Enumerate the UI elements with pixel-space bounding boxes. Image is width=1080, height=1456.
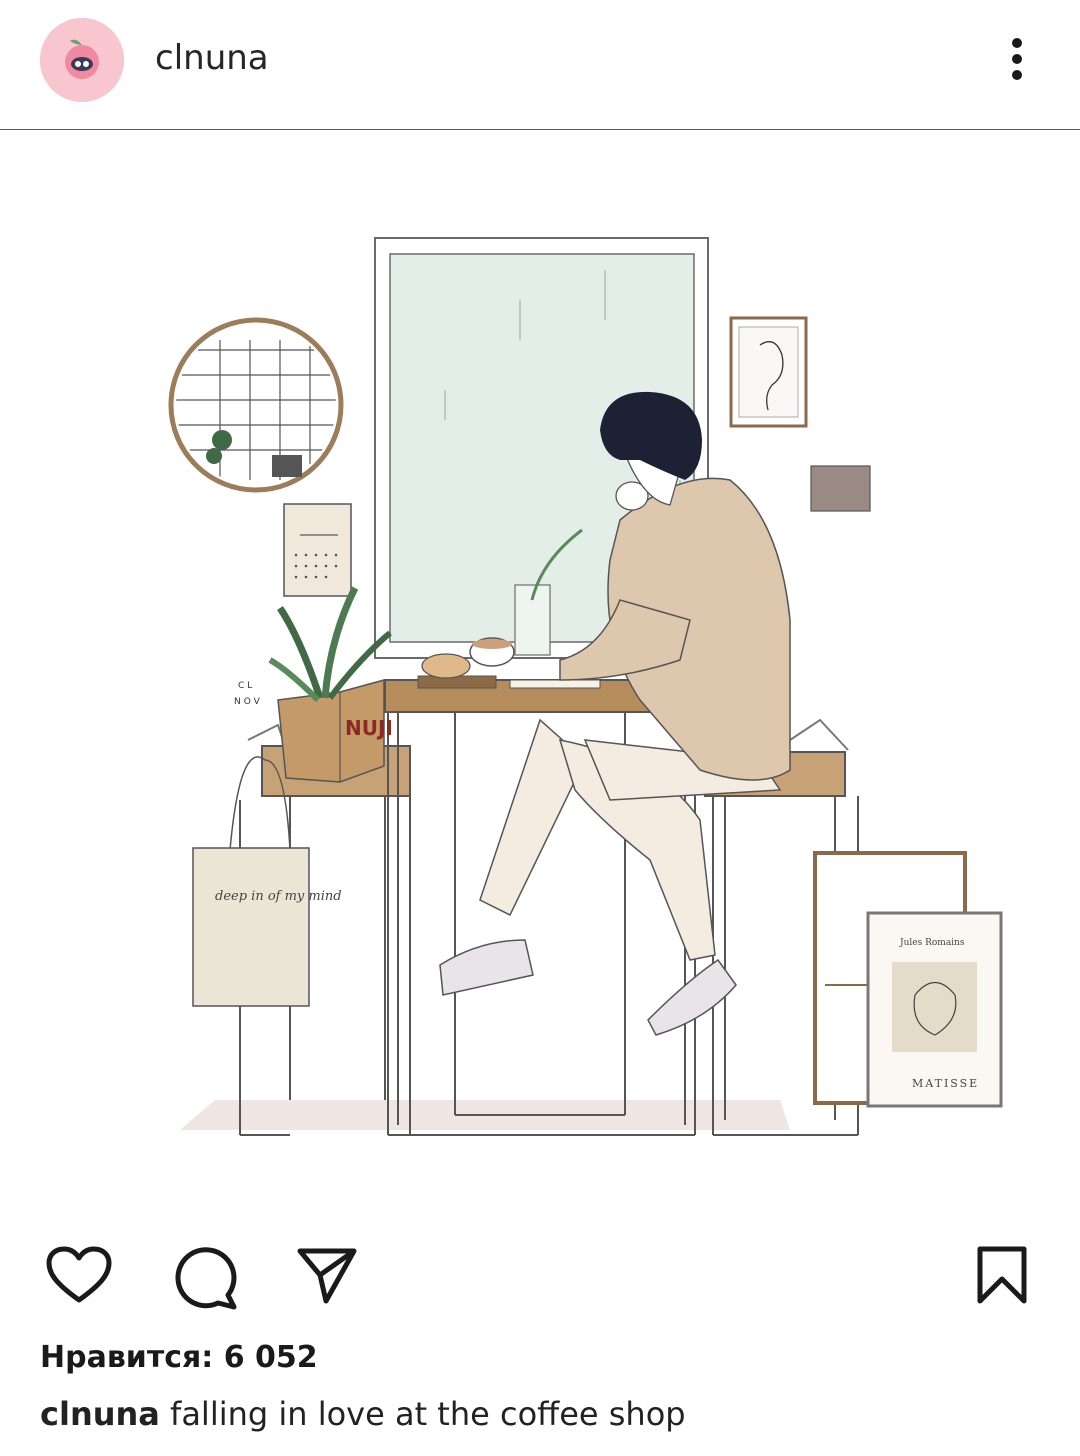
- artist-signature-line2: NOV: [234, 697, 263, 707]
- avatar[interactable]: [40, 18, 124, 102]
- poster-author: Jules Romains: [899, 938, 965, 948]
- artist-signature-line1: CL: [238, 681, 255, 691]
- post-caption: clnuna falling in love at the coffee sho…: [40, 1395, 686, 1433]
- header-username[interactable]: clnuna: [155, 38, 269, 78]
- vertical-dots-icon-dot2: [1012, 54, 1022, 64]
- vertical-dots-icon: [1012, 38, 1022, 48]
- comment-button[interactable]: [172, 1245, 238, 1311]
- share-button[interactable]: [296, 1245, 358, 1307]
- comment-icon: [175, 1247, 237, 1310]
- leaning-frames: Jules Romains MATISSE: [813, 851, 1003, 1108]
- send-icon: [297, 1248, 357, 1304]
- caption-username[interactable]: clnuna: [40, 1395, 160, 1433]
- coffee-shop-illustration: CL NOV NUJI deep in of my mind Jules Rom…: [168, 237, 1003, 1136]
- post-image[interactable]: CL NOV NUJI deep in of my mind Jules Rom…: [0, 131, 1080, 1216]
- portrait-frame: [729, 316, 808, 428]
- likes-count[interactable]: Нравится: 6 052: [40, 1340, 318, 1375]
- peach-avatar-icon: [40, 18, 124, 102]
- round-mirror: [168, 317, 344, 493]
- wall-card: [810, 465, 871, 512]
- bookmark-icon: [977, 1246, 1027, 1304]
- poster-title: MATISSE: [912, 1077, 979, 1090]
- caption-text: falling in love at the coffee shop: [170, 1395, 686, 1433]
- box-brand-text: NUJI: [345, 716, 393, 740]
- like-button[interactable]: [45, 1245, 113, 1305]
- save-button[interactable]: [975, 1245, 1029, 1305]
- wall-calendar: [283, 503, 352, 597]
- more-options-button[interactable]: [995, 30, 1039, 88]
- vertical-dots-icon-dot3: [1012, 70, 1022, 80]
- heart-icon: [46, 1246, 112, 1303]
- bag-text: deep in of my mind: [215, 889, 342, 904]
- post-header: clnuna: [0, 0, 1080, 130]
